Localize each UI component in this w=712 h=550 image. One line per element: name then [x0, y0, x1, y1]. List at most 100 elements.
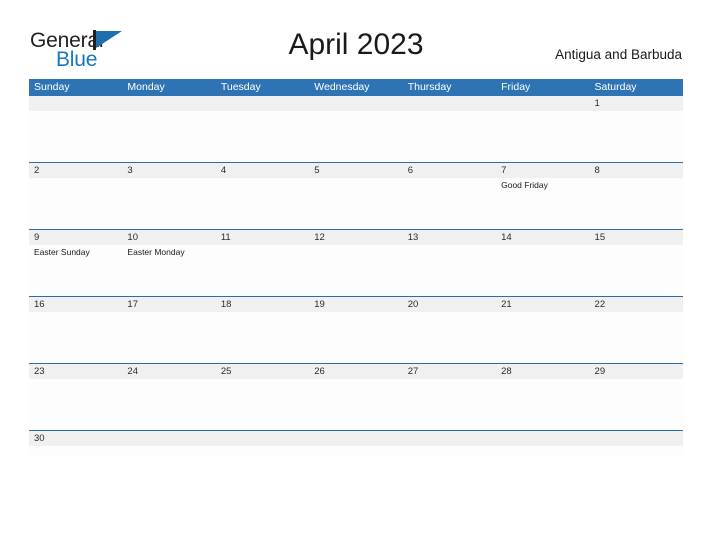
day-content-band: Easter Sunday Easter Monday [29, 245, 683, 296]
day-cell-6[interactable] [403, 178, 496, 229]
day-cell-15[interactable] [590, 245, 683, 296]
day-number-14[interactable]: 14 [496, 230, 589, 245]
day-number-24[interactable]: 24 [122, 364, 215, 379]
calendar-grid: Sunday Monday Tuesday Wednesday Thursday Frid… [29, 79, 683, 456]
holiday-event: Good Friday [501, 180, 548, 190]
day-cell-8[interactable] [590, 178, 683, 229]
calendar-week-row: 23 24 25 26 27 28 29 [29, 363, 683, 430]
day-number-band: 1 [29, 96, 683, 111]
day-number-9[interactable]: 9 [29, 230, 122, 245]
weekday-header-row: Sunday Monday Tuesday Wednesday Thursday Frid… [29, 79, 683, 96]
day-number-21[interactable]: 21 [496, 297, 589, 312]
day-cell-26[interactable] [309, 379, 402, 430]
day-number-11[interactable]: 11 [216, 230, 309, 245]
day-number-band: 30 [29, 431, 683, 446]
day-number-empty [122, 96, 215, 111]
day-cell-empty [122, 111, 215, 162]
calendar-week-row: 30 [29, 430, 683, 456]
weekday-header-sunday: Sunday [34, 81, 70, 93]
day-number-20[interactable]: 20 [403, 297, 496, 312]
day-number-18[interactable]: 18 [216, 297, 309, 312]
day-number-band: 9 10 11 12 13 14 15 [29, 230, 683, 245]
day-cell-25[interactable] [216, 379, 309, 430]
calendar-week-row: 16 17 18 19 20 21 22 [29, 296, 683, 363]
day-number-25[interactable]: 25 [216, 364, 309, 379]
country-label: Antigua and Barbuda [555, 47, 682, 62]
day-cell-16[interactable] [29, 312, 122, 363]
day-cell-3[interactable] [122, 178, 215, 229]
day-cell-30[interactable] [29, 446, 122, 456]
day-cell-empty [403, 446, 496, 456]
day-number-band: 23 24 25 26 27 28 29 [29, 364, 683, 379]
day-number-22[interactable]: 22 [590, 297, 683, 312]
day-content-band [29, 379, 683, 430]
day-number-5[interactable]: 5 [309, 163, 402, 178]
day-number-13[interactable]: 13 [403, 230, 496, 245]
weekday-header-thursday: Thursday [407, 81, 452, 93]
day-cell-empty [216, 111, 309, 162]
calendar-week-row: 9 10 11 12 13 14 15 Easter Sunday Easter Monday [29, 229, 683, 296]
day-number-empty [216, 96, 309, 111]
day-cell-empty [309, 446, 402, 456]
day-number-12[interactable]: 12 [309, 230, 402, 245]
weekday-header-tuesday: Tuesday [220, 81, 261, 93]
day-number-1[interactable]: 1 [590, 96, 683, 111]
day-cell-29[interactable] [590, 379, 683, 430]
day-number-7[interactable]: 7 [496, 163, 589, 178]
day-cell-empty [496, 446, 589, 456]
day-cell-2[interactable] [29, 178, 122, 229]
day-cell-18[interactable] [216, 312, 309, 363]
day-cell-22[interactable] [590, 312, 683, 363]
calendar-weeks: 1 2 3 4 5 6 7 8 Good Friday 9 10 11 12 13 14 15 Easter S… [29, 96, 683, 456]
day-number-16[interactable]: 16 [29, 297, 122, 312]
day-number-empty [403, 431, 496, 446]
day-number-15[interactable]: 15 [590, 230, 683, 245]
day-cell-14[interactable] [496, 245, 589, 296]
day-number-29[interactable]: 29 [590, 364, 683, 379]
day-number-empty [496, 96, 589, 111]
day-cell-24[interactable] [122, 379, 215, 430]
day-cell-23[interactable] [29, 379, 122, 430]
day-cell-4[interactable] [216, 178, 309, 229]
day-cell-empty [216, 446, 309, 456]
day-cell-21[interactable] [496, 312, 589, 363]
day-number-26[interactable]: 26 [309, 364, 402, 379]
day-number-23[interactable]: 23 [29, 364, 122, 379]
day-cell-12[interactable] [309, 245, 402, 296]
day-cell-28[interactable] [496, 379, 589, 430]
day-content-band [29, 312, 683, 363]
day-number-10[interactable]: 10 [122, 230, 215, 245]
weekday-header-monday: Monday [127, 81, 165, 93]
day-number-empty [590, 431, 683, 446]
day-content-band [29, 446, 683, 456]
day-number-3[interactable]: 3 [122, 163, 215, 178]
day-cell-20[interactable] [403, 312, 496, 363]
day-number-2[interactable]: 2 [29, 163, 122, 178]
day-number-4[interactable]: 4 [216, 163, 309, 178]
day-number-empty [309, 431, 402, 446]
day-number-empty [29, 96, 122, 111]
day-cell-empty [496, 111, 589, 162]
day-number-30[interactable]: 30 [29, 431, 122, 446]
day-cell-9[interactable]: Easter Sunday [29, 245, 122, 296]
day-number-17[interactable]: 17 [122, 297, 215, 312]
day-number-6[interactable]: 6 [403, 163, 496, 178]
day-cell-10[interactable]: Easter Monday [122, 245, 215, 296]
page-header: General Blue April 2023 Antigua and Barb… [0, 0, 712, 78]
day-cell-19[interactable] [309, 312, 402, 363]
day-number-8[interactable]: 8 [590, 163, 683, 178]
day-cell-13[interactable] [403, 245, 496, 296]
day-cell-7[interactable]: Good Friday [496, 178, 589, 229]
day-cell-1[interactable] [590, 111, 683, 162]
calendar-week-row: 2 3 4 5 6 7 8 Good Friday [29, 162, 683, 229]
day-cell-empty [122, 446, 215, 456]
day-number-19[interactable]: 19 [309, 297, 402, 312]
day-cell-27[interactable] [403, 379, 496, 430]
day-number-28[interactable]: 28 [496, 364, 589, 379]
day-cell-17[interactable] [122, 312, 215, 363]
day-cell-11[interactable] [216, 245, 309, 296]
day-number-empty [122, 431, 215, 446]
day-cell-5[interactable] [309, 178, 402, 229]
weekday-header-friday: Friday [501, 81, 531, 93]
day-number-27[interactable]: 27 [403, 364, 496, 379]
